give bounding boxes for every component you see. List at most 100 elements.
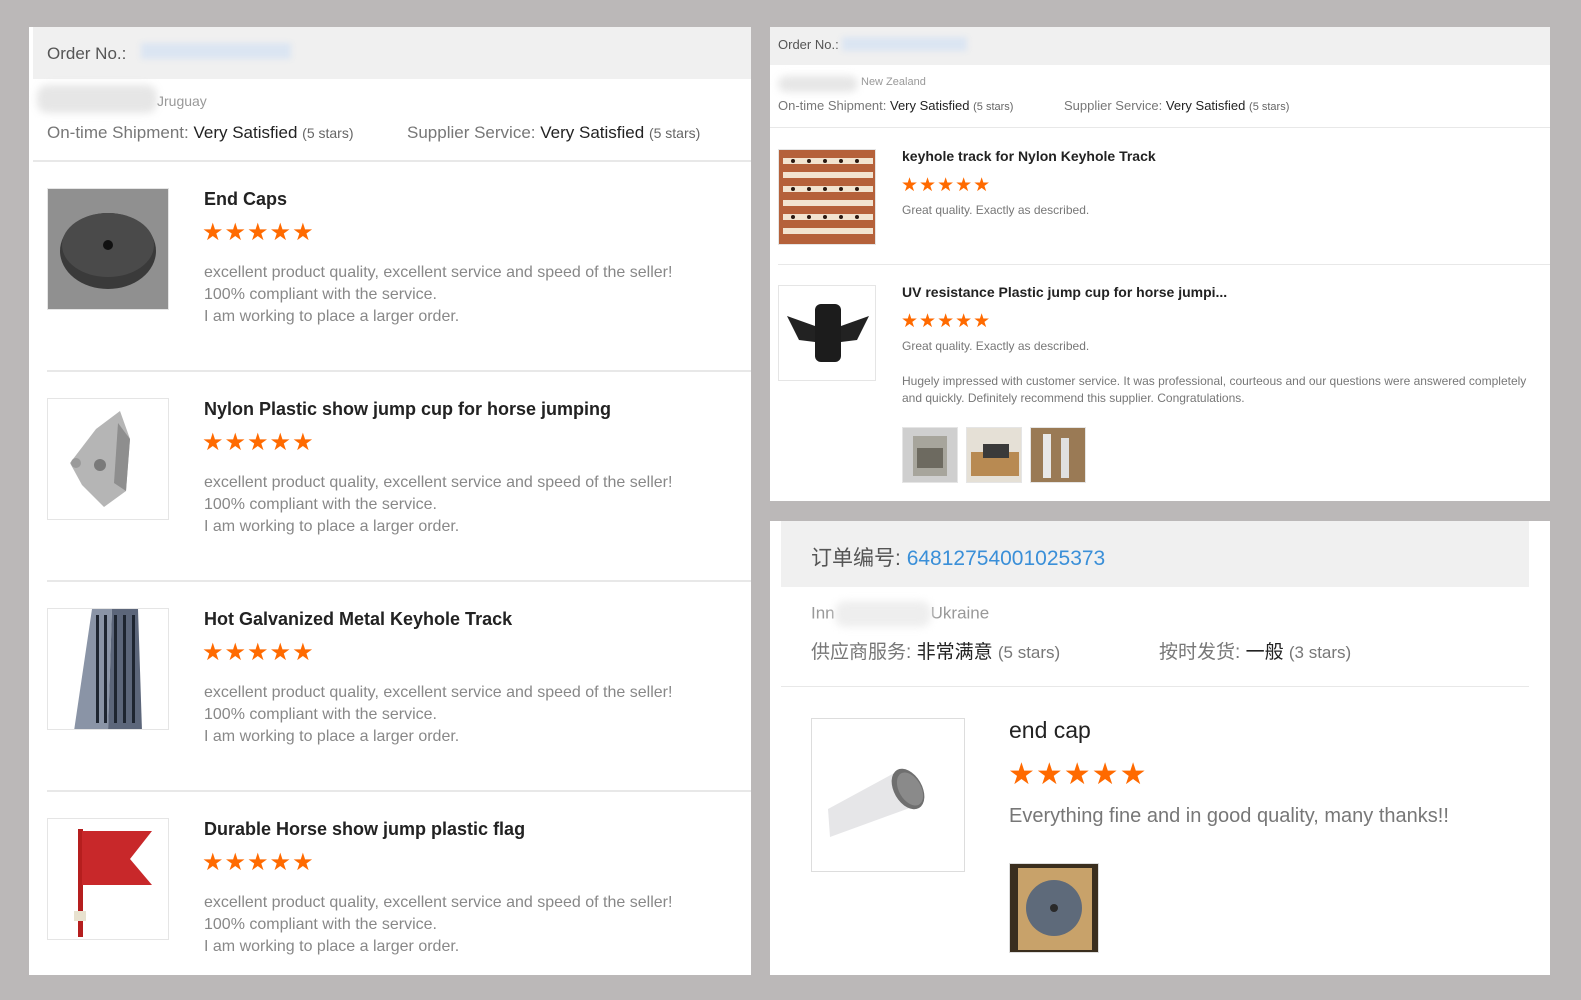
product-image-jump-cup[interactable] <box>778 285 876 381</box>
review-line: 100% compliant with the service. <box>204 916 437 933</box>
review-line: excellent product quality, excellent ser… <box>204 684 673 701</box>
shipment-value: Very Satisfied <box>890 98 970 113</box>
review-line: excellent product quality, excellent ser… <box>204 474 673 491</box>
review-text: excellent product quality, excellent ser… <box>204 472 672 538</box>
divider <box>781 686 1529 687</box>
service-stars: (5 stars) <box>997 643 1061 662</box>
order-header: 订单编号: 64812754001025373 <box>781 521 1529 587</box>
review-panel-2: Order No.: New Zealand On-time Shipment:… <box>770 27 1550 501</box>
divider <box>33 160 751 162</box>
shipment-label: On-time Shipment: <box>778 98 887 113</box>
followup-review-text: Hugely impressed with customer service. … <box>902 374 1527 405</box>
service-value: 非常满意 <box>916 642 993 663</box>
review-text: excellent product quality, excellent ser… <box>204 262 672 328</box>
review-photo[interactable] <box>1009 863 1099 953</box>
rating-stars: ★★★★★ <box>202 219 315 246</box>
rating-stars: ★★★★★ <box>202 849 315 876</box>
review-text: Great quality. Exactly as described. <box>902 203 1090 217</box>
product-image-end-caps[interactable] <box>47 188 169 310</box>
review-item: End Caps ★★★★★ excellent product quality… <box>47 180 747 380</box>
divider <box>778 264 1550 265</box>
buyer-name-redacted <box>834 601 931 627</box>
review-photo[interactable] <box>966 427 1022 483</box>
shipment-stars: (5 stars) <box>302 125 354 141</box>
shipment-stars: (3 stars) <box>1288 643 1352 662</box>
buyer-name-redacted <box>778 75 858 92</box>
service-label: 供应商服务: <box>811 642 912 663</box>
shipment-label: 按时发货: <box>1159 642 1241 663</box>
order-label-line: 订单编号: 64812754001025373 <box>811 542 1105 572</box>
review-text: excellent product quality, excellent ser… <box>204 682 672 748</box>
service-value: Very Satisfied <box>1165 98 1246 113</box>
divider <box>47 580 751 582</box>
shipment-stars: (5 stars) <box>973 101 1014 113</box>
divider <box>770 127 1550 128</box>
order-header: Order No.: <box>770 27 1550 65</box>
buyer-info: Jruguay <box>37 85 337 115</box>
buyer-country: Ukraine <box>930 603 990 623</box>
review-photo[interactable] <box>1030 427 1086 483</box>
review-item: Durable Horse show jump plastic flag ★★★… <box>47 810 747 975</box>
review-text: Great quality. Exactly as described. <box>902 339 1090 353</box>
review-line: I am working to place a larger order. <box>204 728 460 745</box>
shipment-value: 一般 <box>1245 642 1284 663</box>
buyer-country: Jruguay <box>157 93 207 109</box>
product-title[interactable]: End Caps <box>204 189 287 210</box>
order-number-redacted <box>141 43 291 59</box>
order-label: Order No.: <box>47 44 127 63</box>
shipment-value: Very Satisfied <box>193 123 298 142</box>
review-line: excellent product quality, excellent ser… <box>204 264 673 281</box>
buyer-info: Inn Ukraine <box>811 601 989 627</box>
product-image-jump-cup[interactable] <box>47 398 169 520</box>
service-label: Supplier Service: <box>1064 98 1163 113</box>
rating-stars: ★★★★★ <box>1008 758 1148 791</box>
product-title[interactable]: keyhole track for Nylon Keyhole Track <box>902 148 1156 164</box>
review-panel-1: Order No.: Jruguay On-time Shipment: Ver… <box>29 27 751 975</box>
order-ratings: On-time Shipment: Very Satisfied (5 star… <box>47 123 700 143</box>
order-label: Order No.: <box>778 37 839 52</box>
service-stars: (5 stars) <box>1249 101 1290 113</box>
shipment-label: On-time Shipment: <box>47 123 189 142</box>
review-item: Hot Galvanized Metal Keyhole Track ★★★★★… <box>47 600 747 800</box>
product-image-end-cap[interactable] <box>811 718 965 872</box>
review-line: I am working to place a larger order. <box>204 308 460 325</box>
review-line: 100% compliant with the service. <box>204 496 437 513</box>
order-ratings: On-time Shipment: Very Satisfied (5 star… <box>778 98 1289 113</box>
rating-stars: ★★★★★ <box>901 175 992 196</box>
divider <box>47 370 751 372</box>
review-line: 100% compliant with the service. <box>204 286 437 303</box>
service-stars: (5 stars) <box>648 125 701 141</box>
review-text: Everything fine and in good quality, man… <box>1009 805 1449 827</box>
service-label: Supplier Service: <box>407 123 536 142</box>
service-value: Very Satisfied <box>540 123 645 142</box>
review-photo[interactable] <box>902 427 958 483</box>
order-header: Order No.: <box>33 27 751 79</box>
divider <box>47 790 751 792</box>
review-item: Nylon Plastic show jump cup for horse ju… <box>47 390 747 590</box>
review-line: 100% compliant with the service. <box>204 706 437 723</box>
product-title[interactable]: Nylon Plastic show jump cup for horse ju… <box>204 399 611 420</box>
review-line: excellent product quality, excellent ser… <box>204 894 673 911</box>
product-image-keyhole-track[interactable] <box>778 149 876 245</box>
order-label: 订单编号: <box>811 547 901 570</box>
rating-stars: ★★★★★ <box>202 429 315 456</box>
rating-stars: ★★★★★ <box>901 311 992 332</box>
shipment-rating: 按时发货: 一般 (3 stars) <box>1159 637 1351 664</box>
product-title[interactable]: end cap <box>1009 717 1091 744</box>
product-title[interactable]: Hot Galvanized Metal Keyhole Track <box>204 609 512 630</box>
rating-stars: ★★★★★ <box>202 639 315 666</box>
buyer-name-redacted <box>37 85 157 113</box>
review-line: I am working to place a larger order. <box>204 518 460 535</box>
buyer-country: New Zealand <box>861 76 926 88</box>
review-text: excellent product quality, excellent ser… <box>204 892 672 958</box>
review-line: I am working to place a larger order. <box>204 938 460 955</box>
buyer-info: New Zealand <box>778 75 926 93</box>
order-number[interactable]: 64812754001025373 <box>907 547 1106 570</box>
product-title[interactable]: UV resistance Plastic jump cup for horse… <box>902 284 1227 300</box>
order-number-redacted <box>842 37 967 51</box>
product-image-flag[interactable] <box>47 818 169 940</box>
buyer-name-prefix: Inn <box>811 603 835 623</box>
product-title[interactable]: Durable Horse show jump plastic flag <box>204 819 525 840</box>
product-image-keyhole-track[interactable] <box>47 608 169 730</box>
review-panel-3: 订单编号: 64812754001025373 Inn Ukraine 供应商服务… <box>770 521 1550 975</box>
